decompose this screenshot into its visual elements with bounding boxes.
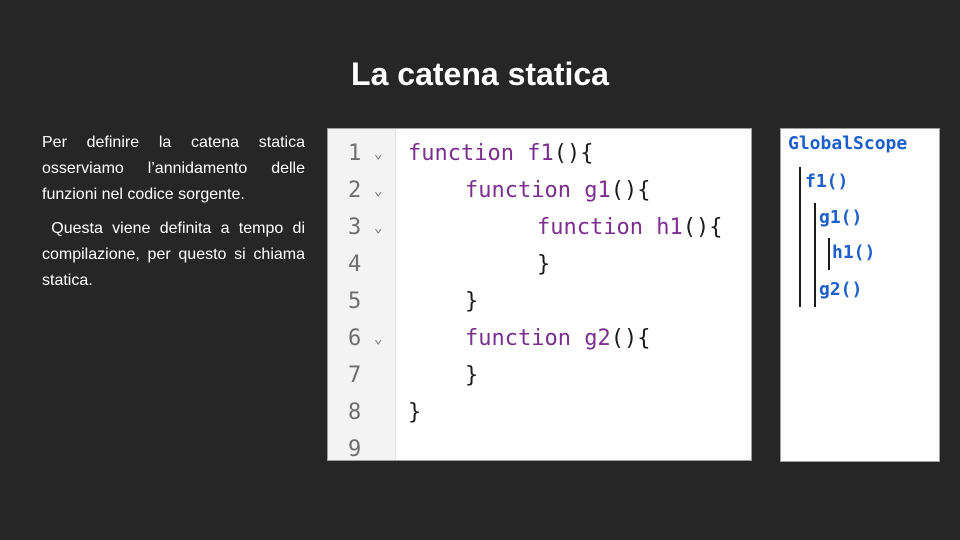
fold-chevron-icon[interactable]: ⌄ xyxy=(374,210,382,247)
punctuation-token: (){ xyxy=(682,215,723,240)
line-number: 9 xyxy=(348,437,362,461)
code-line: 4} xyxy=(328,246,751,283)
function-name-token: h1 xyxy=(656,215,683,240)
scope-line-g1 xyxy=(828,238,830,270)
code-line: 6 ⌄ function g2(){ xyxy=(328,320,751,358)
code-line: 1 ⌄ function f1(){ xyxy=(328,135,751,173)
code-line: 5} xyxy=(328,283,751,320)
punctuation-token: } xyxy=(537,252,551,277)
code-text: function f1(){ xyxy=(408,135,593,172)
paragraph-2: Questa viene definita a tempo di compila… xyxy=(42,220,310,289)
code-line: 7} xyxy=(328,357,751,394)
fold-chevron-icon[interactable]: ⌄ xyxy=(374,173,382,210)
scope-tree-panel: GlobalScope f1() g1() h1() g2() xyxy=(780,128,940,462)
description-text: Per definire la catena statica osserviam… xyxy=(42,130,305,302)
fold-chevron-icon[interactable]: ⌄ xyxy=(374,321,382,358)
punctuation-token: (){ xyxy=(553,141,594,166)
function-name-token: g2 xyxy=(584,326,611,351)
code-text: function g2(){ xyxy=(465,320,650,357)
code-line: 9 xyxy=(328,431,751,461)
code-text: } xyxy=(408,394,421,431)
scope-node-global: GlobalScope xyxy=(788,133,908,154)
keyword-token: function xyxy=(465,326,585,351)
keyword-token: function xyxy=(408,141,528,166)
punctuation-token: } xyxy=(465,363,479,388)
line-number: 2 xyxy=(348,178,362,203)
punctuation-token: } xyxy=(465,289,479,314)
code-text: } xyxy=(537,246,550,283)
line-number: 1 xyxy=(348,141,362,166)
code-text: } xyxy=(465,357,478,394)
code-text: } xyxy=(465,283,478,320)
paragraph-1: Per definire la catena statica osserviam… xyxy=(42,134,305,203)
slide-title: La catena statica xyxy=(351,56,609,92)
punctuation-token: (){ xyxy=(610,178,651,203)
function-name-token: f1 xyxy=(527,141,554,166)
scope-node-g1: g1() xyxy=(819,207,863,228)
scope-node-g2: g2() xyxy=(819,279,863,300)
line-number: 8 xyxy=(348,400,362,425)
code-text: function g1(){ xyxy=(465,172,650,209)
line-number: 7 xyxy=(348,363,362,388)
punctuation-token: } xyxy=(408,400,422,425)
line-number: 6 xyxy=(348,326,362,351)
keyword-token: function xyxy=(465,178,585,203)
line-number: 4 xyxy=(348,252,362,277)
scope-line-global xyxy=(799,167,801,307)
line-number: 3 xyxy=(348,215,362,240)
line-number: 5 xyxy=(348,289,362,314)
punctuation-token: (){ xyxy=(610,326,651,351)
scope-line-f1 xyxy=(814,203,816,307)
code-line: 3 ⌄ function h1(){ xyxy=(328,209,751,247)
fold-chevron-icon[interactable]: ⌄ xyxy=(374,136,382,173)
code-text: function h1(){ xyxy=(537,209,722,246)
keyword-token: function xyxy=(537,215,657,240)
code-line: 8} xyxy=(328,394,751,431)
code-line: 2 ⌄ function g1(){ xyxy=(328,172,751,210)
function-name-token: g1 xyxy=(584,178,611,203)
code-editor-panel: 1 ⌄ function f1(){2 ⌄ function g1(){3 ⌄ functi… xyxy=(327,128,752,461)
scope-node-f1: f1() xyxy=(805,171,849,192)
scope-node-h1: h1() xyxy=(832,242,876,263)
